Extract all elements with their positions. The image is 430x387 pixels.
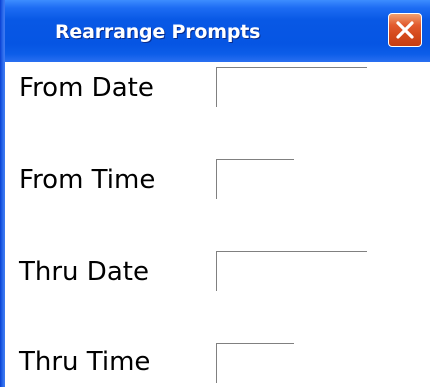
title-bar[interactable]: Rearrange Prompts [0, 0, 430, 62]
thru-date-label: Thru Date [19, 257, 149, 287]
window-title: Rearrange Prompts [55, 21, 261, 43]
thru-time-label: Thru Time [19, 347, 151, 377]
dialog-window: Rearrange Prompts From Date From Time Th… [0, 0, 430, 387]
thru-date-input[interactable] [216, 251, 367, 291]
from-date-label: From Date [19, 73, 154, 103]
thru-time-input[interactable] [216, 343, 294, 383]
from-time-label: From Time [19, 165, 156, 195]
from-time-input[interactable] [216, 159, 294, 199]
close-button[interactable] [388, 13, 422, 47]
from-date-input[interactable] [216, 67, 367, 107]
close-icon [396, 21, 414, 39]
window-left-border [0, 0, 5, 387]
